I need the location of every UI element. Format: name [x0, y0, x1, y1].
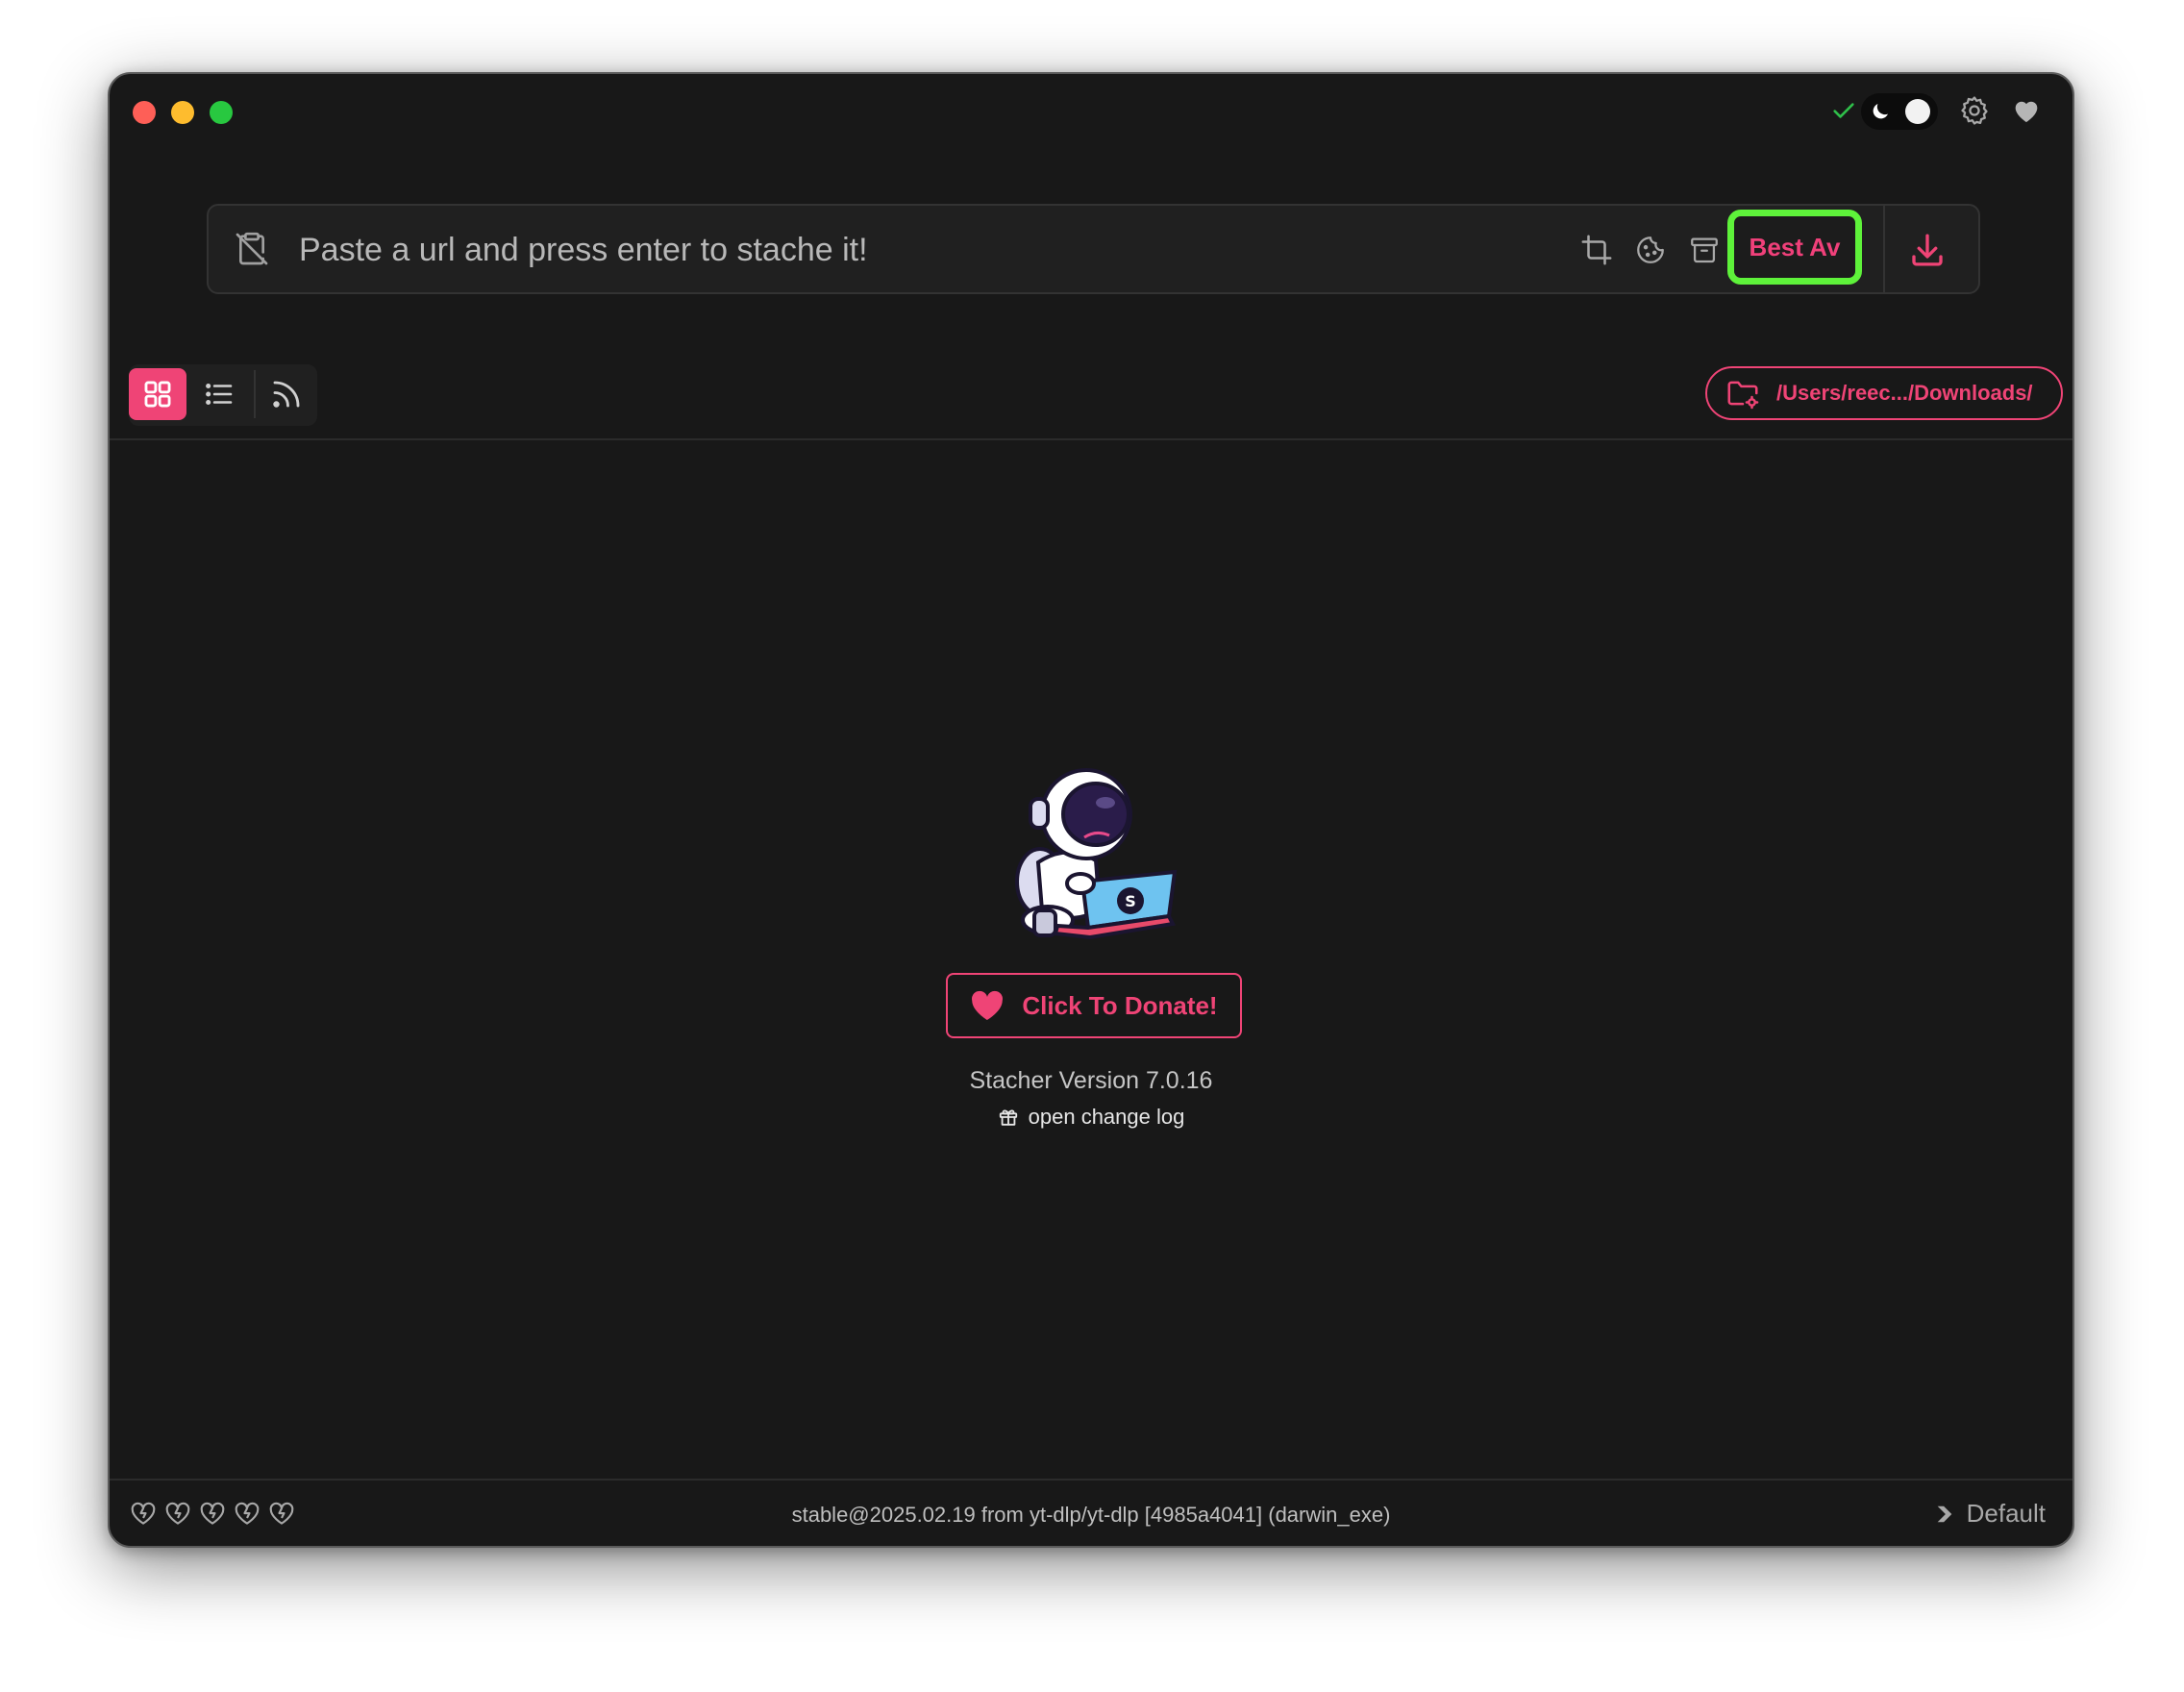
heart-icon [972, 990, 1004, 1020]
profile-selector[interactable]: Default [1934, 1499, 2046, 1529]
tab-feed[interactable] [258, 368, 315, 420]
version-text: Stacher Version 7.0.16 [969, 1067, 1213, 1094]
cookie-icon[interactable] [1629, 229, 1672, 271]
donate-label: Click To Donate! [1022, 990, 1218, 1020]
clipboard-off-icon[interactable] [230, 227, 274, 271]
folder-settings-icon [1725, 375, 1761, 411]
profile-label: Default [1966, 1499, 2046, 1528]
astronaut-mascot-image: S [1000, 766, 1182, 940]
window-maximize-button[interactable] [210, 101, 233, 124]
changelog-link[interactable]: open change log [110, 1105, 2072, 1130]
heart-icon[interactable] [2009, 93, 2044, 128]
tab-grid[interactable] [129, 368, 186, 420]
rss-icon [273, 381, 300, 408]
gear-icon[interactable] [1957, 93, 1992, 128]
chevron-right-icon [1937, 1505, 1951, 1522]
check-icon [1826, 93, 1861, 128]
header-divider [110, 438, 2072, 440]
download-folder-button[interactable]: /Users/reec.../Downloads/ [1705, 366, 2063, 420]
ytdlp-status-text: stable@2025.02.19 from yt-dlp/yt-dlp [49… [791, 1503, 1391, 1527]
app-window: Best Av /Users/reec.../Downloads/ [108, 72, 2074, 1548]
list-icon [206, 383, 233, 406]
format-select-button[interactable]: Best Av [1727, 210, 1862, 285]
tab-divider [254, 370, 256, 418]
crop-icon[interactable] [1576, 229, 1618, 271]
download-folder-path: /Users/reec.../Downloads/ [1776, 381, 2033, 405]
donate-button[interactable]: Click To Donate! [946, 973, 1242, 1038]
window-close-button[interactable] [133, 101, 156, 124]
bar-divider [1883, 206, 1885, 292]
theme-toggle[interactable] [1861, 93, 1938, 130]
window-minimize-button[interactable] [171, 101, 194, 124]
gift-icon [999, 1109, 1017, 1126]
view-tabs [129, 364, 317, 426]
tab-list[interactable] [190, 368, 248, 420]
sun-icon [1905, 99, 1930, 124]
grid-icon [144, 381, 171, 408]
footer-divider [110, 1479, 2072, 1480]
archive-icon[interactable] [1683, 229, 1725, 271]
moon-icon [1867, 98, 1894, 125]
download-icon[interactable] [1900, 225, 1954, 275]
url-bar: Best Av [207, 204, 1980, 294]
changelog-label: open change log [1028, 1105, 1185, 1129]
svg-text:S: S [1125, 892, 1136, 910]
url-input[interactable] [297, 227, 1454, 273]
